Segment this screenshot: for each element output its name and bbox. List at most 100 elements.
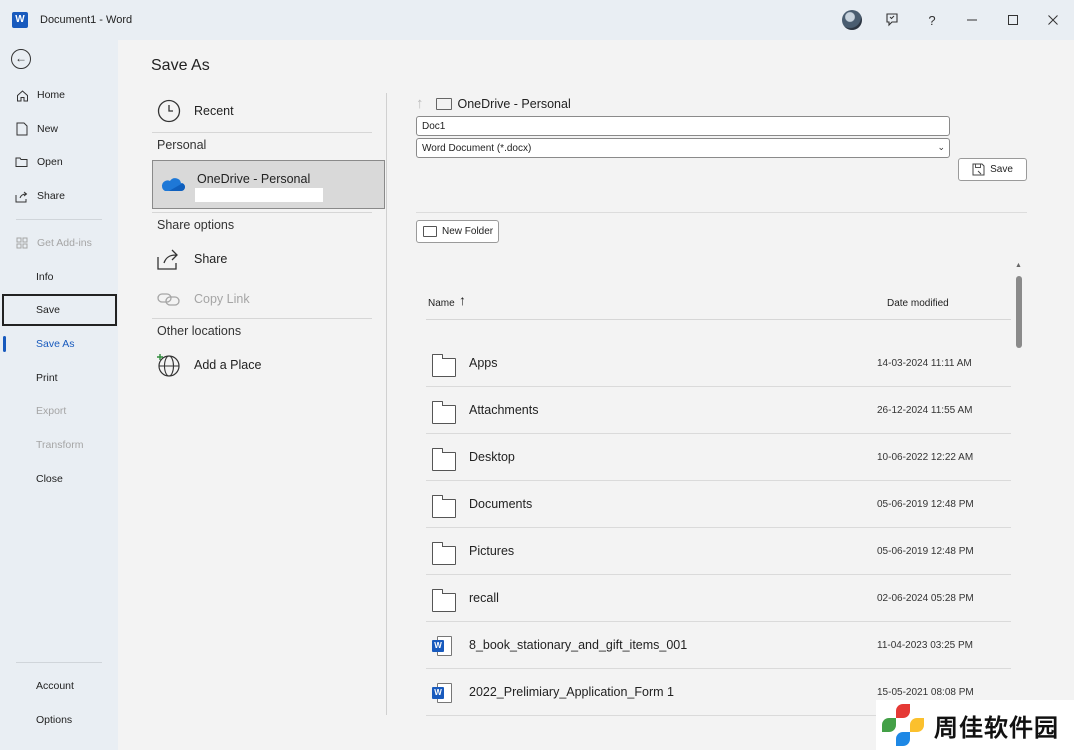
location-copy-link: Copy Link — [152, 283, 386, 315]
column-date-modified[interactable]: Date modified — [887, 298, 949, 309]
file-name: recall — [469, 591, 499, 605]
location-copy-link-label: Copy Link — [194, 292, 250, 306]
divider — [152, 212, 372, 213]
nav-close-label: Close — [36, 473, 63, 485]
file-date-modified: 14-03-2024 11:11 AM — [877, 358, 972, 369]
folder-icon — [432, 542, 456, 565]
nav-options-label: Options — [36, 714, 73, 726]
folder-icon — [435, 97, 452, 110]
onedrive-account-redacted — [195, 188, 323, 202]
word-doc-icon: W — [432, 683, 456, 703]
addins-icon — [15, 236, 29, 250]
nav-get-addins-label: Get Add-ins — [37, 237, 92, 249]
link-icon — [154, 284, 184, 314]
close-icon[interactable] — [1041, 8, 1065, 32]
path-label[interactable]: OneDrive - Personal — [458, 97, 571, 111]
help-glyph: ? — [928, 12, 936, 28]
scrollbar-thumb[interactable] — [1016, 276, 1022, 348]
file-name: Pictures — [469, 544, 515, 558]
nav-home[interactable]: Home — [0, 79, 118, 111]
nav-print[interactable]: Print — [0, 362, 118, 394]
save-as-page: Save As Recent Personal OneDrive - Perso… — [118, 40, 1074, 750]
sort-arrow-icon: ↑ — [459, 292, 466, 308]
nav-transform: Transform — [0, 429, 118, 461]
nav-print-label: Print — [36, 372, 58, 384]
help-icon[interactable]: ? — [920, 8, 944, 32]
file-type-select[interactable]: Word Document (*.docx) ⌄ — [416, 138, 950, 158]
nav-close[interactable]: Close — [0, 463, 118, 495]
maximize-icon[interactable] — [1001, 8, 1025, 32]
save-button[interactable]: Save — [958, 158, 1027, 181]
nav-info-label: Info — [36, 271, 54, 283]
file-name: Apps — [469, 356, 498, 370]
location-add-place-label: Add a Place — [194, 358, 262, 372]
nav-new-label: New — [37, 123, 59, 135]
title-bar: W Document1 - Word ? — [0, 0, 1074, 40]
up-arrow-icon[interactable]: ↑ — [416, 95, 424, 112]
nav-open[interactable]: Open — [0, 146, 118, 178]
word-icon: W — [12, 12, 28, 28]
home-icon — [15, 88, 29, 102]
file-type-value: Word Document (*.docx) — [422, 143, 532, 154]
minimize-icon[interactable] — [960, 8, 984, 32]
nav-divider — [16, 219, 102, 220]
back-arrow-icon[interactable]: ← — [11, 49, 31, 69]
file-row[interactable]: Desktop 10-06-2022 12:22 AM — [426, 434, 1011, 481]
file-date-modified: 11-04-2023 03:25 PM — [877, 640, 973, 651]
page-title: Save As — [151, 57, 210, 74]
column-name[interactable]: Name — [428, 298, 455, 309]
folder-icon — [432, 354, 456, 377]
location-add-place[interactable]: Add a Place — [152, 349, 386, 381]
file-row[interactable]: Pictures 05-06-2019 12:48 PM — [426, 528, 1011, 575]
nav-open-label: Open — [37, 156, 63, 168]
watermark: 周佳软件园 — [876, 700, 1074, 750]
new-folder-button[interactable]: New Folder — [416, 220, 499, 243]
filename-input[interactable] — [416, 116, 950, 136]
window-title: Document1 - Word — [40, 14, 133, 26]
column-separator — [386, 93, 387, 715]
nav-new[interactable]: New — [0, 113, 118, 145]
chevron-down-icon: ⌄ — [937, 142, 945, 152]
avatar[interactable] — [842, 10, 862, 30]
feedback-icon[interactable] — [880, 8, 904, 32]
file-date-modified: 10-06-2022 12:22 AM — [877, 452, 974, 463]
folder-icon — [432, 495, 456, 518]
file-row[interactable]: W 8_book_stationary_and_gift_items_001 11-… — [426, 622, 1011, 669]
location-recent[interactable]: Recent — [152, 95, 386, 127]
divider — [416, 212, 1027, 213]
clock-icon — [154, 96, 184, 126]
nav-info[interactable]: Info — [0, 261, 118, 293]
nav-share[interactable]: Share — [0, 180, 118, 212]
nav-save-as-label: Save As — [36, 338, 75, 350]
nav-save-label: Save — [36, 304, 60, 316]
file-row[interactable]: recall 02-06-2024 05:28 PM — [426, 575, 1011, 622]
watermark-text: 周佳软件园 — [934, 714, 1059, 742]
location-share[interactable]: Share — [152, 243, 386, 275]
location-onedrive[interactable]: OneDrive - Personal — [152, 160, 385, 209]
nav-options[interactable]: Options — [0, 704, 118, 736]
file-name: Documents — [469, 497, 533, 511]
location-share-label: Share — [194, 252, 228, 266]
location-recent-label: Recent — [194, 104, 234, 118]
file-row[interactable]: Apps 14-03-2024 11:11 AM — [426, 340, 1011, 387]
scroll-up-icon[interactable]: ▲ — [1015, 262, 1022, 269]
share-options-header: Share options — [157, 218, 235, 232]
file-row[interactable]: Attachments 26-12-2024 11:55 AM — [426, 387, 1011, 434]
new-doc-icon — [15, 122, 29, 136]
scrollbar[interactable]: ▲ — [1015, 262, 1023, 750]
nav-account[interactable]: Account — [0, 670, 118, 702]
new-folder-label: New Folder — [442, 226, 494, 237]
file-row[interactable]: Documents 05-06-2019 12:48 PM — [426, 481, 1011, 528]
personal-header: Personal — [157, 138, 207, 152]
save-floppy-icon — [972, 163, 985, 176]
file-date-modified: 05-06-2019 12:48 PM — [877, 546, 974, 557]
nav-save-as[interactable]: Save As — [0, 328, 118, 360]
folder-open-icon — [15, 155, 29, 169]
nav-home-label: Home — [37, 89, 66, 101]
file-name: 8_book_stationary_and_gift_items_001 — [469, 638, 688, 652]
nav-save[interactable]: Save — [2, 294, 117, 326]
nav-account-label: Account — [36, 680, 74, 692]
folder-icon — [432, 448, 456, 471]
file-list-header: Name ↑ Date modified — [426, 283, 1011, 320]
nav-export: Export — [0, 395, 118, 427]
